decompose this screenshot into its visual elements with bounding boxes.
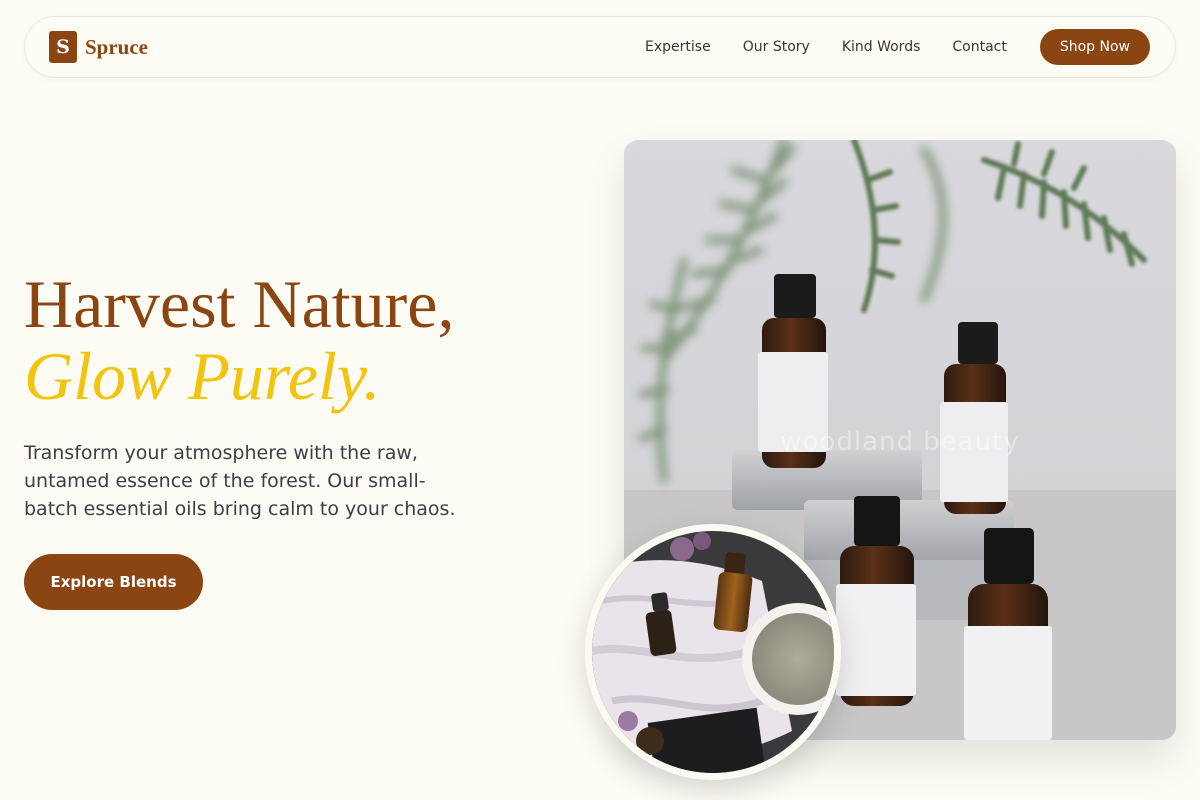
hero-title-line2: Glow Purely. bbox=[24, 338, 381, 414]
hero-description: Transform your atmosphere with the raw, … bbox=[24, 442, 456, 520]
image-watermark: woodland beauty bbox=[780, 427, 1020, 457]
lavender-oils-illustration bbox=[592, 531, 834, 773]
hero-title-line1: Harvest Nature, bbox=[24, 266, 455, 342]
nav-link-expertise[interactable]: Expertise bbox=[645, 29, 711, 65]
shop-now-button[interactable]: Shop Now bbox=[1039, 29, 1150, 65]
detail-circle-image bbox=[585, 524, 841, 780]
nav-link-our-story[interactable]: Our Story bbox=[743, 29, 810, 65]
explore-blends-button[interactable]: Explore Blends bbox=[24, 554, 203, 610]
nav-link-kind-words[interactable]: Kind Words bbox=[842, 29, 921, 65]
hero-title: Harvest Nature, Glow Purely. bbox=[24, 268, 454, 412]
nav-links: Expertise Our Story Kind Words Contact S… bbox=[645, 29, 1150, 65]
top-navbar: S Spruce Expertise Our Story Kind Words … bbox=[24, 16, 1176, 78]
brand-name: Spruce bbox=[85, 34, 148, 59]
nav-link-contact[interactable]: Contact bbox=[952, 29, 1006, 65]
brand-logo[interactable]: S Spruce bbox=[49, 31, 148, 63]
logo-mark: S bbox=[49, 31, 77, 63]
